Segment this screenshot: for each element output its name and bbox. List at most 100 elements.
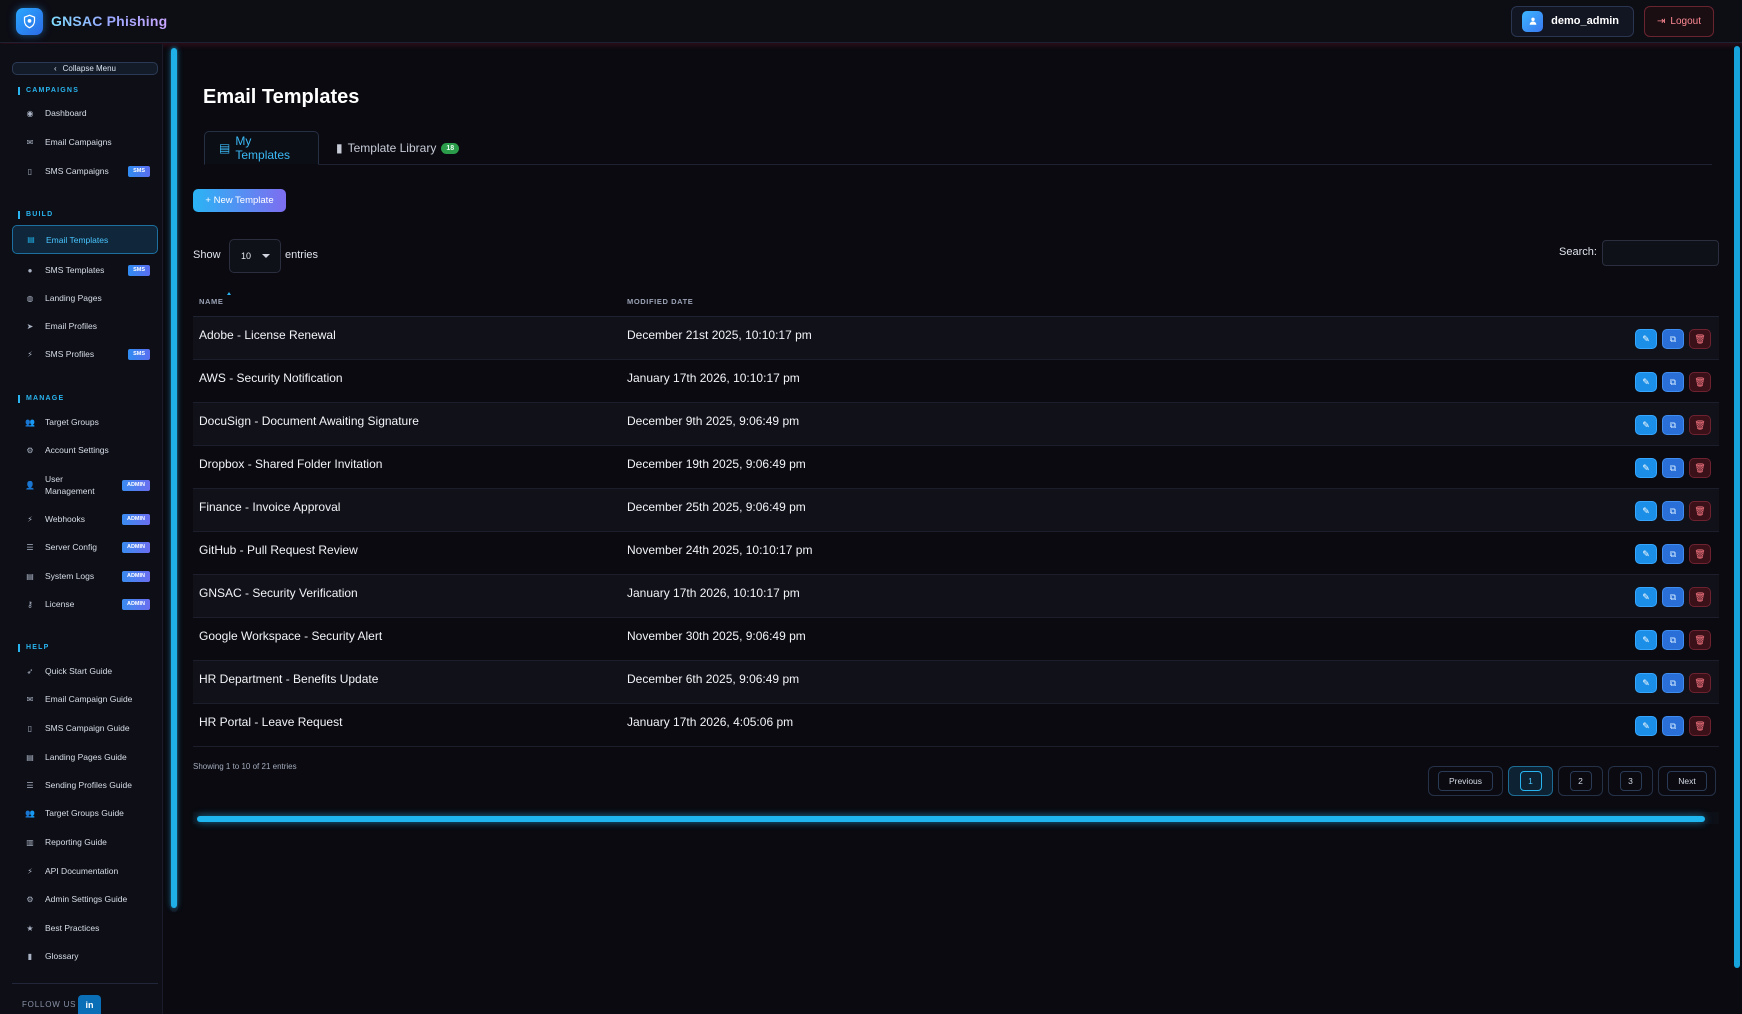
pencil-icon: ✎ <box>1642 419 1650 430</box>
edit-template-button[interactable]: ✎ <box>1635 587 1657 607</box>
tab-my-templates[interactable]: ▤ My Templates <box>204 131 319 165</box>
delete-template-button[interactable]: 🗑 <box>1689 630 1711 650</box>
edit-template-button[interactable]: ✎ <box>1635 329 1657 349</box>
template-count-badge: 18 <box>441 142 460 154</box>
pagination-page-2[interactable]: 2 <box>1558 766 1603 796</box>
delete-template-button[interactable]: 🗑 <box>1689 501 1711 521</box>
user-menu-button[interactable]: demo_admin <box>1511 5 1635 37</box>
sidebar-item-api-documentation[interactable]: ⚡ API Documentation <box>12 858 158 884</box>
sidebar-item-sms-campaigns[interactable]: ▯ SMS Campaigns SMS <box>12 158 158 184</box>
edit-template-button[interactable]: ✎ <box>1635 415 1657 435</box>
sidebar-item-email-campaigns[interactable]: ✉ Email Campaigns <box>12 129 158 155</box>
edit-template-button[interactable]: ✎ <box>1635 458 1657 478</box>
sidebar-item-license[interactable]: ⚷ License ADMIN <box>12 591 158 617</box>
plug-icon: ⚡ <box>27 349 33 359</box>
sidebar-item-sms-templates[interactable]: ● SMS Templates SMS <box>12 257 158 283</box>
copy-icon: ⧉ <box>1669 376 1677 387</box>
sidebar-item-email-campaign-guide[interactable]: ✉ Email Campaign Guide <box>12 686 158 712</box>
pagination-page-1[interactable]: 1 <box>1508 766 1553 796</box>
table-row: HR Department - Benefits Update December … <box>193 661 1719 704</box>
sidebar-item-sending-profiles-guide[interactable]: ☰ Sending Profiles Guide <box>12 772 158 798</box>
copy-template-button[interactable]: ⧉ <box>1662 372 1684 392</box>
delete-template-button[interactable]: 🗑 <box>1689 458 1711 478</box>
copy-icon: ⧉ <box>1669 677 1677 688</box>
sidebar-item-target-groups[interactable]: 👥 Target Groups <box>12 409 158 435</box>
sidebar-item-email-profiles[interactable]: ➤ Email Profiles <box>12 313 158 339</box>
table-row: HR Portal - Leave Request January 17th 20… <box>193 704 1719 747</box>
delete-template-button[interactable]: 🗑 <box>1689 372 1711 392</box>
page-size-select[interactable]: 10 <box>229 239 281 273</box>
sidebar-item-target-groups-guide[interactable]: 👥 Target Groups Guide <box>12 800 158 826</box>
linkedin-icon[interactable]: in <box>78 995 101 1014</box>
delete-template-button[interactable]: 🗑 <box>1689 329 1711 349</box>
sidebar-item-webhooks[interactable]: ⚡ Webhooks ADMIN <box>12 506 158 532</box>
column-header-name[interactable]: NAME <box>199 297 223 306</box>
edit-template-button[interactable]: ✎ <box>1635 716 1657 736</box>
copy-template-button[interactable]: ⧉ <box>1662 501 1684 521</box>
tabs-bar: ▤ My Templates ▮ Template Library 18 <box>204 131 1712 165</box>
brand[interactable]: GNSAC Phishing <box>16 7 167 35</box>
delete-template-button[interactable]: 🗑 <box>1689 544 1711 564</box>
trash-icon: 🗑 <box>1694 634 1706 645</box>
sidebar-item-sms-campaign-guide[interactable]: ▯ SMS Campaign Guide <box>12 715 158 741</box>
edit-template-button[interactable]: ✎ <box>1635 501 1657 521</box>
edit-template-button[interactable]: ✎ <box>1635 630 1657 650</box>
server-icon: ☰ <box>26 542 34 552</box>
search-input[interactable] <box>1602 240 1719 266</box>
table-row: GNSAC - Security Verification January 17t… <box>193 575 1719 618</box>
sidebar-item-account-settings[interactable]: ⚙ Account Settings <box>12 437 158 463</box>
copy-template-button[interactable]: ⧉ <box>1662 716 1684 736</box>
pencil-icon: ✎ <box>1642 634 1650 645</box>
sidebar-item-glossary[interactable]: ▮ Glossary <box>12 943 158 969</box>
sidebar-item-dashboard[interactable]: ◉ Dashboard <box>12 100 158 126</box>
sidebar-item-quick-start-guide[interactable]: ➶ Quick Start Guide <box>12 658 158 684</box>
file-lines-icon: ▤ <box>26 571 34 581</box>
column-header-modified-date[interactable]: MODIFIED DATE <box>627 297 693 306</box>
pagination-page-3[interactable]: 3 <box>1608 766 1653 796</box>
copy-template-button[interactable]: ⧉ <box>1662 329 1684 349</box>
sidebar-item-best-practices[interactable]: ★ Best Practices <box>12 915 158 941</box>
book-icon: ▮ <box>27 951 33 961</box>
edit-template-button[interactable]: ✎ <box>1635 372 1657 392</box>
copy-template-button[interactable]: ⧉ <box>1662 544 1684 564</box>
new-template-button[interactable]: + New Template <box>193 189 286 212</box>
table-row: DocuSign - Document Awaiting Signature De… <box>193 403 1719 446</box>
sidebar-item-server-config[interactable]: ☰ Server Config ADMIN <box>12 534 158 560</box>
sidebar-item-email-templates[interactable]: ▤ Email Templates <box>12 225 158 254</box>
copy-template-button[interactable]: ⧉ <box>1662 415 1684 435</box>
page-scrollbar[interactable] <box>1734 46 1740 968</box>
copy-template-button[interactable]: ⧉ <box>1662 673 1684 693</box>
trash-icon: 🗑 <box>1694 677 1706 688</box>
pencil-icon: ✎ <box>1642 677 1650 688</box>
edit-template-button[interactable]: ✎ <box>1635 673 1657 693</box>
copy-template-button[interactable]: ⧉ <box>1662 630 1684 650</box>
chart-icon: ▥ <box>26 837 34 847</box>
copy-template-button[interactable]: ⧉ <box>1662 458 1684 478</box>
admin-badge: ADMIN <box>121 479 150 491</box>
logout-button[interactable]: ⇥ Logout <box>1644 5 1714 37</box>
delete-template-button[interactable]: 🗑 <box>1689 587 1711 607</box>
sidebar-item-sms-profiles[interactable]: ⚡ SMS Profiles SMS <box>12 341 158 367</box>
tab-template-library[interactable]: ▮ Template Library 18 <box>322 131 473 165</box>
sidebar-item-reporting-guide[interactable]: ▥ Reporting Guide <box>12 829 158 855</box>
sidebar-item-system-logs[interactable]: ▤ System Logs ADMIN <box>12 563 158 589</box>
pagination-previous-button[interactable]: Previous <box>1428 766 1503 796</box>
pencil-icon: ✎ <box>1642 548 1650 559</box>
table-scrollbar-thumb[interactable] <box>197 816 1705 822</box>
edit-template-button[interactable]: ✎ <box>1635 544 1657 564</box>
delete-template-button[interactable]: 🗑 <box>1689 673 1711 693</box>
pagination-next-button[interactable]: Next <box>1658 766 1716 796</box>
collapse-menu-button[interactable]: ‹ Collapse Menu <box>12 62 158 75</box>
sidebar-scrollbar-thumb[interactable] <box>171 48 177 908</box>
copy-template-button[interactable]: ⧉ <box>1662 587 1684 607</box>
sidebar-item-admin-settings-guide[interactable]: ⚙ Admin Settings Guide <box>12 886 158 912</box>
sidebar-item-landing-pages-guide[interactable]: ▤ Landing Pages Guide <box>12 744 158 770</box>
pencil-icon: ✎ <box>1642 376 1650 387</box>
sidebar-item-user-management[interactable]: 👤 User Management ADMIN <box>12 470 158 500</box>
delete-template-button[interactable]: 🗑 <box>1689 716 1711 736</box>
trash-icon: 🗑 <box>1694 462 1706 473</box>
delete-template-button[interactable]: 🗑 <box>1689 415 1711 435</box>
key-icon: ⚷ <box>27 599 33 609</box>
sidebar-item-landing-pages[interactable]: ◍ Landing Pages <box>12 285 158 311</box>
template-name: Adobe - License Renewal <box>199 328 336 342</box>
